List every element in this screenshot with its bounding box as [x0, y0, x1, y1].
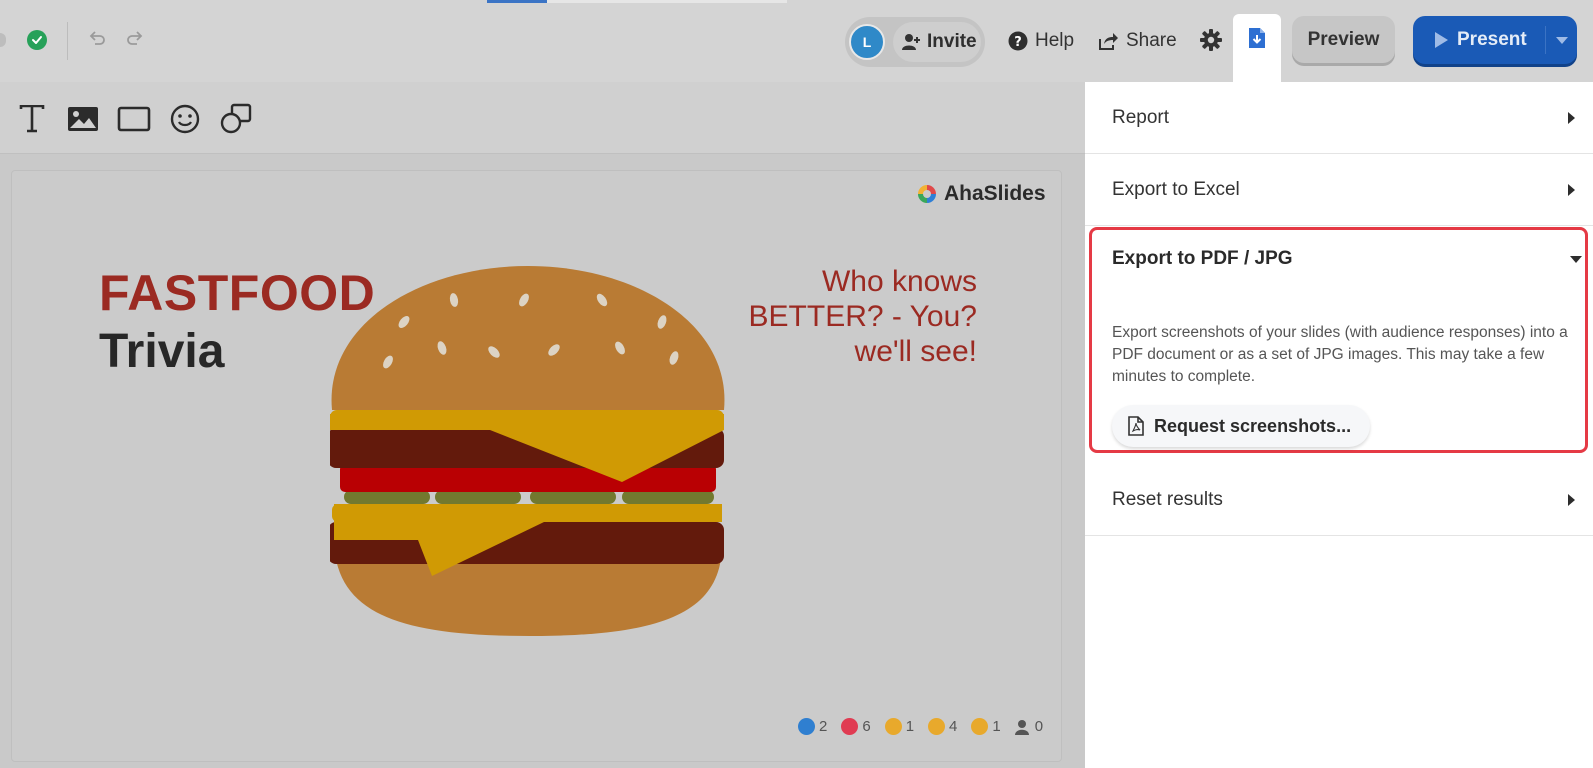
heart-icon: [841, 718, 859, 735]
tagline-line: we'll see!: [854, 335, 977, 368]
report-label: Report: [1112, 106, 1170, 128]
reaction-count: 1: [992, 718, 1001, 735]
caret-right-icon: [1568, 493, 1575, 506]
preview-button[interactable]: Preview: [1292, 16, 1395, 63]
reaction-audience: 0: [1014, 718, 1044, 735]
brand-name: AhaSlides: [944, 182, 1046, 205]
share-icon: [1099, 33, 1118, 50]
divider: [67, 22, 68, 60]
wow-icon: [928, 718, 946, 735]
help-icon: ?: [1008, 31, 1028, 51]
emoji-icon[interactable]: [168, 102, 202, 136]
sad-icon: [971, 718, 989, 735]
caret-right-icon: [1568, 183, 1575, 196]
help-label: Help: [1035, 30, 1075, 51]
tagline-line: BETTER? - You?: [748, 300, 977, 333]
file-download-icon: [1249, 28, 1265, 48]
reaction-like: 2: [798, 718, 827, 735]
ahaslides-logo-icon: [918, 185, 936, 203]
reset-results-label: Reset results: [1112, 488, 1223, 510]
top-bar: L Invite ? Help Share Preview Present: [0, 0, 1593, 82]
reaction-count: 2: [819, 718, 828, 735]
tagline-line: Who knows: [821, 265, 977, 298]
reaction-heart: 6: [841, 718, 871, 735]
reaction-count: 4: [949, 718, 958, 735]
caret-right-icon: [1568, 111, 1575, 124]
undo-icon[interactable]: [86, 28, 108, 50]
reaction-count: 1: [905, 718, 915, 735]
export-pdf-header[interactable]: Export to PDF / JPG: [1112, 248, 1582, 270]
invite-label: Invite: [927, 31, 977, 52]
reaction-laugh: 1: [884, 718, 915, 735]
shape-rectangle-icon[interactable]: [117, 102, 151, 136]
reset-results-row[interactable]: Reset results: [1085, 464, 1593, 536]
saved-check-icon: [27, 30, 47, 50]
image-icon[interactable]: [66, 102, 100, 136]
request-screenshots-button[interactable]: Request screenshots...: [1112, 405, 1370, 447]
reaction-count: 6: [862, 718, 871, 735]
export-excel-label: Export to Excel: [1112, 178, 1240, 200]
shapes-icon[interactable]: [219, 102, 253, 136]
thumbs-up-icon: [798, 718, 815, 735]
redo-icon[interactable]: [124, 28, 146, 50]
slide-subtitle: Trivia: [99, 325, 225, 378]
reaction-sad: 1: [971, 718, 1001, 735]
reaction-count: 0: [1034, 718, 1044, 735]
invite-button[interactable]: Invite: [893, 22, 981, 62]
play-icon: [1435, 32, 1448, 48]
hamburger-image: [330, 266, 725, 636]
pdf-file-icon: [1128, 416, 1144, 436]
reaction-wow: 4: [928, 718, 957, 735]
avatar[interactable]: L: [849, 24, 885, 60]
reactions-bar: 2 6 1 4 1 0: [798, 718, 1043, 735]
menu-dot[interactable]: [0, 33, 6, 47]
present-button[interactable]: Present: [1413, 16, 1577, 64]
text-icon[interactable]: [15, 102, 49, 136]
audience-icon: [1014, 719, 1029, 735]
share-button[interactable]: Share: [1097, 26, 1177, 56]
export-pdf-description: Export screenshots of your slides (with …: [1112, 324, 1568, 385]
export-pdf-title: Export to PDF / JPG: [1112, 248, 1293, 269]
svg-text:?: ?: [1014, 35, 1022, 50]
add-user-icon: [902, 34, 920, 50]
export-excel-row[interactable]: Export to Excel: [1085, 154, 1593, 226]
help-button[interactable]: ? Help: [1008, 26, 1074, 56]
present-options-chevron-down-icon[interactable]: [1546, 36, 1577, 45]
caret-down-icon: [1570, 255, 1582, 263]
export-results-tab[interactable]: [1233, 14, 1281, 82]
report-row[interactable]: Report: [1085, 82, 1593, 154]
gear-icon[interactable]: [1199, 28, 1223, 52]
laugh-icon: [884, 718, 902, 735]
progress-strip: [487, 0, 787, 3]
present-label: Present: [1457, 29, 1527, 50]
slide-tagline: Who knows BETTER? - You? we'll see!: [700, 264, 977, 369]
share-label: Share: [1126, 30, 1177, 51]
insert-toolbar: [0, 82, 1085, 154]
request-screenshots-label: Request screenshots...: [1154, 415, 1352, 436]
ahaslides-logo: AhaSlides: [916, 182, 1046, 206]
